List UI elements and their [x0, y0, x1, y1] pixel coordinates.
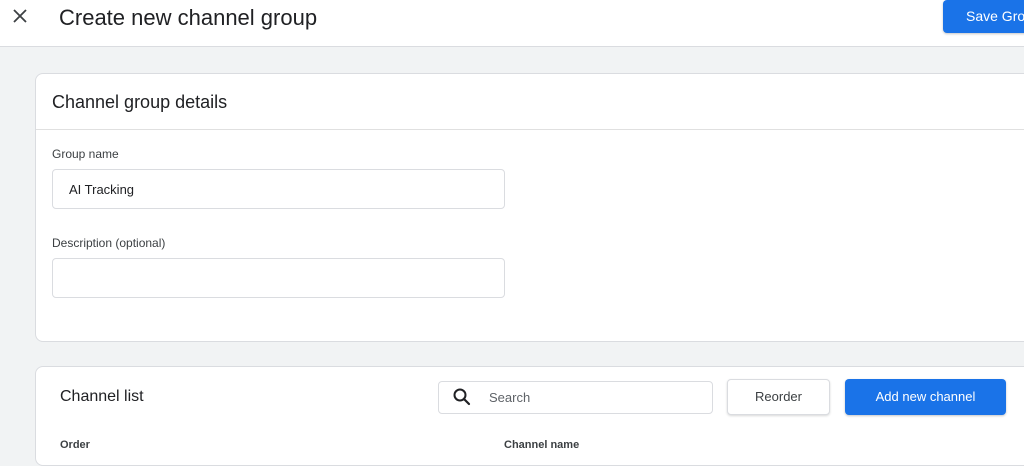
- group-name-label: Group name: [52, 147, 119, 161]
- description-label: Description (optional): [52, 236, 166, 250]
- search-input[interactable]: [489, 382, 704, 413]
- search-icon: [453, 388, 471, 406]
- card-header: Channel group details: [36, 74, 1024, 130]
- add-new-channel-button[interactable]: Add new channel: [845, 379, 1006, 415]
- card-title: Channel group details: [52, 92, 228, 112]
- save-group-button[interactable]: Save Gro: [943, 0, 1024, 33]
- close-button[interactable]: [8, 4, 32, 28]
- top-bar: Create new channel group Save Gro: [0, 0, 1024, 47]
- channel-group-details-card: Channel group details Group name Descrip…: [35, 73, 1024, 342]
- description-input[interactable]: [52, 258, 505, 298]
- search-box[interactable]: [438, 381, 713, 414]
- page-title: Create new channel group: [59, 5, 318, 30]
- column-header-order[interactable]: Order: [60, 439, 90, 451]
- column-header-channel-name[interactable]: Channel name: [504, 439, 579, 451]
- channel-list-card: Channel list Reorder Add new channel Ord…: [35, 366, 1024, 466]
- reorder-button[interactable]: Reorder: [727, 379, 830, 415]
- channel-list-title: Channel list: [60, 388, 144, 405]
- close-icon: [13, 9, 27, 23]
- group-name-input[interactable]: [52, 169, 505, 209]
